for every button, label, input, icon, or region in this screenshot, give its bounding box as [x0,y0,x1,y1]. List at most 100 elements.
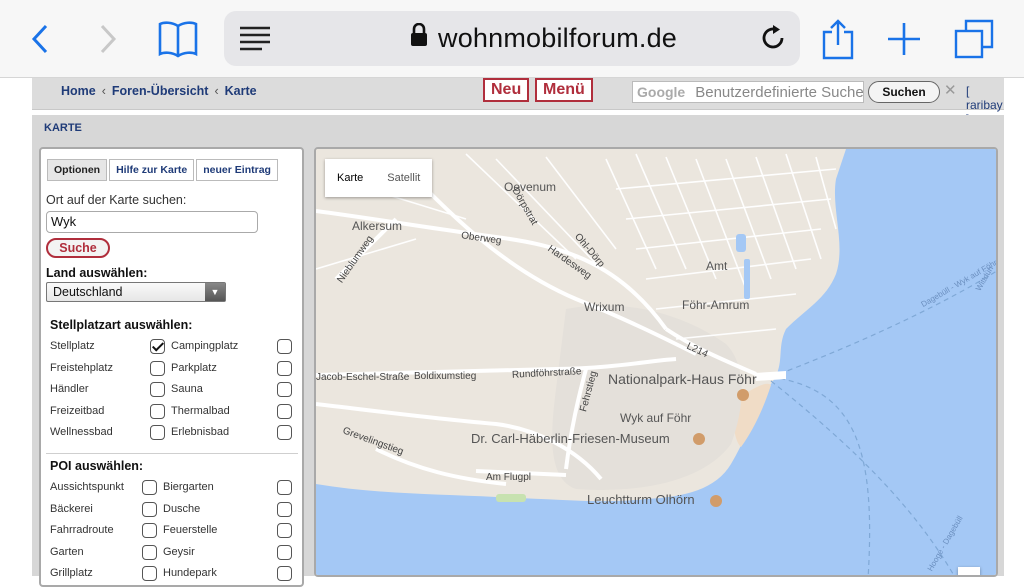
map-label-amt: Amt [706,259,728,273]
poi-checkbox[interactable] [142,523,157,538]
domain-text: wohnmobilforum.de [438,23,678,53]
poi-label: Fahrradroute [50,524,114,536]
map-label-nationalpark: Nationalpark-Haus Föhr [608,371,757,387]
location-search-input[interactable]: Wyk [46,211,258,233]
reader-icon[interactable] [238,23,272,53]
stellplatz-checkbox[interactable] [277,360,292,376]
map-label-foehr-amrum: Föhr-Amrum [682,298,750,312]
map-view[interactable]: Karte Satellit Oevenum Alkersum Wrixum A… [314,147,998,577]
poi-label: Feuerstelle [163,524,218,536]
poi-checkbox[interactable] [142,544,157,560]
country-value: Deutschland [53,285,123,299]
poi-checkbox[interactable] [277,501,292,517]
panel-title: KARTE [44,122,82,134]
poi-checkbox[interactable] [277,480,292,495]
stellplatz-label: Händler [50,383,89,395]
forward-icon[interactable] [86,16,130,62]
stellplatz-checkbox[interactable] [150,382,165,397]
stellplatz-checkbox[interactable] [150,425,165,440]
stellplatz-label: Stellplatzart auswählen: [50,318,193,332]
poi-checkbox[interactable] [142,480,157,495]
back-icon[interactable] [18,16,62,62]
search-location-label: Ort auf der Karte suchen: [46,193,187,207]
map-canvas [316,149,996,575]
poi-checkbox[interactable] [277,544,292,560]
poi-checkbox[interactable] [142,566,157,581]
poi-label: Dusche [163,502,201,515]
poi-label: Hundepark [163,567,217,579]
map-label-wyk: Wyk auf Föhr [620,411,692,425]
stellplatz-label: Erlebnisbad [171,426,230,438]
bookmarks-icon[interactable] [156,16,200,62]
map-label-alkersum: Alkersum [352,219,403,233]
map-type-karte[interactable]: Karte [325,159,375,197]
sidebar-tabs: Optionen Hilfe zur Karte neuer Eintrag [47,159,278,181]
poi-label: POI auswählen: [50,459,144,473]
stellplatz-label: Sauna [171,383,203,395]
address-bar[interactable]: wohnmobilforum.de [224,11,800,66]
crumb-separator: ‹ [101,84,106,98]
new-button[interactable]: Neu [483,78,530,102]
browser-toolbar: wohnmobilforum.de [0,0,1024,78]
share-icon[interactable] [816,16,860,62]
stellplatz-checkbox[interactable] [150,360,165,376]
location-search-button[interactable]: Suche [46,238,110,258]
tab-hilfe[interactable]: Hilfe zur Karte [109,159,195,181]
google-logo: Google [637,84,686,100]
page-content: Home ‹ Foren-Übersicht ‹ Karte Neu Menü … [0,78,1024,587]
stellplatz-label: Thermalbad [171,404,230,417]
new-tab-icon[interactable] [882,16,926,62]
poi-label: Biergarten [163,481,214,493]
menu-button[interactable]: Menü [535,78,593,102]
map-label-boldix: Boldixumstieg [414,371,477,382]
country-select[interactable]: Deutschland ▼ [46,282,226,302]
poi-label: Geysir [163,545,195,558]
map-panel: KARTE Optionen Hilfe zur Karte neuer Ein… [32,115,1004,587]
poi-label: Grillplatz [50,567,93,579]
site-search-input[interactable]: Google Benutzerdefinierte Suche [632,81,864,103]
map-label-am-flugpl: Am Flugpl [486,472,532,483]
map-label-museum: Dr. Carl-Häberlin-Friesen-Museum [471,431,670,446]
crumb-forums[interactable]: Foren-Übersicht [112,84,209,98]
crumb-separator: ‹ [214,84,219,98]
breadcrumb: Home ‹ Foren-Übersicht ‹ Karte [61,84,257,98]
stellplatz-label: Stellplatz [50,340,95,352]
divider [46,453,298,454]
stellplatz-label: Freizeitbad [50,404,105,417]
stellplatz-checkbox[interactable] [277,339,292,354]
poi-checkbox[interactable] [277,566,292,581]
map-label-leuchtturm: Leuchtturm Olhörn [587,492,695,507]
search-placeholder: Benutzerdefinierte Suche [695,83,864,101]
stellplatz-checkbox[interactable] [277,403,292,419]
tabs-icon[interactable] [952,16,996,62]
stellplatz-checkbox[interactable] [277,425,292,440]
poi-label: Garten [50,545,84,558]
stellplatz-label: Parkplatz [171,361,217,374]
map-label-wrixum: Wrixum [584,300,625,314]
clear-search-icon[interactable]: ✕ [944,81,957,99]
tab-neuer-eintrag[interactable]: neuer Eintrag [196,159,278,181]
poi-checkbox[interactable] [277,523,292,538]
stellplatz-label: Campingplatz [171,340,239,352]
map-options-sidebar: Optionen Hilfe zur Karte neuer Eintrag O… [39,147,304,587]
url-display: wohnmobilforum.de [410,22,678,54]
crumb-home[interactable]: Home [61,84,96,98]
crumb-map[interactable]: Karte [225,84,257,98]
tab-optionen[interactable]: Optionen [47,159,108,181]
lock-icon [410,22,428,54]
forum-header: Home ‹ Foren-Übersicht ‹ Karte Neu Menü … [32,78,1004,126]
reload-icon[interactable] [758,23,788,53]
poi-label: Aussichtspunkt [50,481,124,493]
stellplatz-checkbox[interactable] [277,382,292,397]
stellplatz-label: Wellnessbad [50,426,113,438]
stellplatz-checkbox[interactable] [150,403,165,419]
stellplatz-label: Freistehplatz [50,361,113,374]
map-type-satellit[interactable]: Satellit [375,159,432,197]
map-type-control: Karte Satellit [325,159,433,197]
poi-label: Bäckerei [50,502,93,515]
stellplatz-checkbox[interactable] [150,339,165,354]
search-button[interactable]: Suchen [868,81,940,103]
poi-checkbox[interactable] [142,501,157,517]
map-label-jacob: Jacob-Eschel-Straße [316,372,410,383]
country-label: Land auswählen: [46,266,148,280]
